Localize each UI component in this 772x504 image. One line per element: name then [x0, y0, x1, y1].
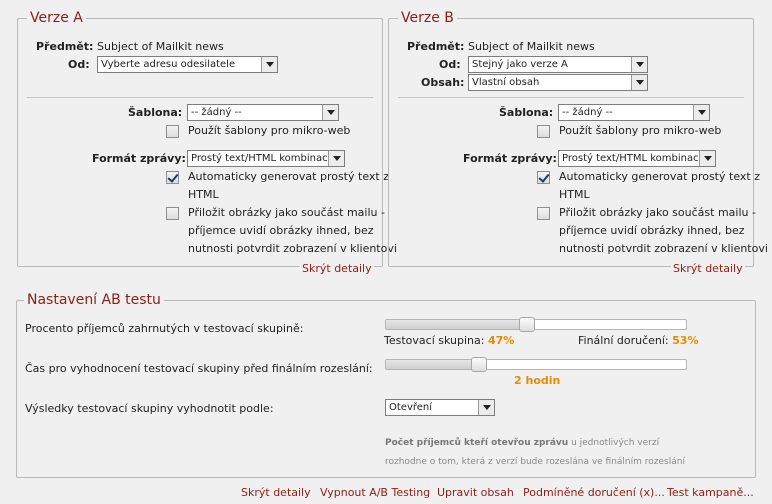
verze-b-content-value: Vlastní obsah	[472, 77, 540, 88]
footer-disable-ab-link[interactable]: Vypnout A/B Testing	[320, 486, 430, 499]
verze-a-attach-line3: nutnosti potvrdit zobrazení v klientovi	[188, 242, 397, 255]
ab-hint-line1: Počet příjemců kteří otevřou zprávu u je…	[385, 434, 659, 452]
verze-a-from-select[interactable]: Vyberte adresu odesilatele	[97, 56, 278, 73]
chevron-down-icon	[631, 57, 647, 72]
ab-final-label: Finální doručení:	[578, 334, 669, 347]
verze-b-microweb-checkbox[interactable]	[537, 125, 550, 138]
verze-a-from-value: Vyberte adresu odesilatele	[101, 59, 236, 70]
ab-percent-slider-handle[interactable]	[519, 317, 535, 332]
verze-b-microweb-label: Použít šablony pro mikro-web	[559, 124, 722, 137]
footer-edit-content-link[interactable]: Upravit obsah	[437, 486, 514, 499]
verze-a-subject-value: Subject of Mailkit news	[97, 40, 224, 53]
verze-b-template-label: Šablona:	[499, 106, 554, 119]
verze-b-template-select[interactable]: -- žádný --	[558, 104, 710, 121]
ab-hint-rest: u jednotlivých verzí	[568, 438, 660, 448]
verze-a-auto-text-checkbox[interactable]	[166, 171, 179, 184]
ab-test-group-label: Testovací skupina:	[384, 334, 485, 347]
verze-b-legend: Verze B	[398, 10, 457, 27]
ab-final-delivery: Finální doručení: 53%	[578, 334, 698, 347]
ab-time-slider-fill	[386, 360, 479, 369]
chevron-down-icon	[328, 151, 344, 166]
ab-test-group-value: 47%	[487, 334, 515, 347]
verze-a-legend: Verze A	[27, 10, 86, 27]
ab-test-legend: Nastavení AB testu	[24, 292, 164, 309]
verze-a-template-value: -- žádný --	[191, 107, 242, 118]
verze-b-format-value: Prostý text/HTML kombinace	[562, 153, 705, 164]
verze-a-subject-label: Předmět:	[36, 40, 94, 53]
verze-a-auto-text-line1: Automaticky generovat prostý text z	[188, 170, 389, 183]
ab-evaluate-select[interactable]: Otevření	[385, 399, 495, 416]
ab-evaluate-value: Otevření	[389, 402, 433, 413]
verze-a-attach-line1: Přiložit obrázky jako součást mailu -	[188, 206, 385, 219]
ab-percent-label: Procento příjemců zahrnutých v testovací…	[25, 322, 304, 335]
verze-b-from-value: Stejný jako verze A	[472, 59, 568, 70]
verze-b-divider	[398, 97, 744, 98]
ab-hint-bold: Počet příjemců kteří otevřou zprávu	[385, 438, 569, 448]
chevron-down-icon	[699, 151, 715, 166]
verze-b-content-select[interactable]: Vlastní obsah	[468, 74, 648, 91]
chevron-down-icon	[261, 57, 277, 72]
verze-a-from-label: Od:	[68, 58, 90, 71]
ab-evaluate-label: Výsledky testovací skupiny vyhodnotit po…	[25, 402, 274, 415]
ab-time-slider-handle[interactable]	[471, 357, 487, 372]
verze-a-divider	[27, 97, 373, 98]
ab-final-value: 53%	[672, 334, 699, 347]
chevron-down-icon	[478, 400, 494, 415]
verze-b-attach-line3: nutnosti potvrdit zobrazení v klientovi	[559, 242, 768, 255]
verze-b-format-label: Formát zprávy:	[463, 152, 557, 165]
ab-time-value: 2 hodin	[514, 374, 561, 387]
verze-b-from-select[interactable]: Stejný jako verze A	[468, 56, 648, 73]
verze-b-subject-label: Předmět:	[407, 40, 465, 53]
verze-b-attach-line2: příjemce uvidí obrázky ihned, bez	[559, 224, 745, 237]
chevron-down-icon	[322, 105, 338, 120]
verze-a-template-label: Šablona:	[128, 106, 183, 119]
footer-hide-details-link[interactable]: Skrýt detaily	[241, 486, 311, 499]
verze-b-format-select[interactable]: Prostý text/HTML kombinace	[558, 150, 716, 167]
ab-test-group: Testovací skupina: 47%	[384, 334, 514, 347]
ab-time-label: Čas pro vyhodnocení testovací skupiny př…	[25, 362, 373, 375]
verze-a-microweb-checkbox[interactable]	[166, 125, 179, 138]
verze-a-auto-text-line2: HTML	[188, 188, 219, 201]
verze-b-attach-line1: Přiložit obrázky jako součást mailu -	[559, 206, 756, 219]
verze-b-attach-checkbox[interactable]	[537, 207, 550, 220]
verze-b-auto-text-checkbox[interactable]	[537, 171, 550, 184]
footer-test-campaign-link[interactable]: Test kampaně...	[667, 486, 754, 499]
verze-a-hide-details-link[interactable]: Skrýt detaily	[300, 262, 374, 275]
verze-a-format-label: Formát zprávy:	[92, 152, 186, 165]
verze-a-attach-line2: příjemce uvidí obrázky ihned, bez	[188, 224, 374, 237]
ab-hint-line2: rozhodne o tom, která z verzí bude rozes…	[385, 457, 685, 467]
verze-b-auto-text-line1: Automaticky generovat prostý text z	[559, 170, 760, 183]
verze-b-content-label: Obsah:	[421, 76, 465, 89]
footer-conditional-link[interactable]: Podmíněné doručení (x)...	[523, 486, 665, 499]
verze-a-attach-checkbox[interactable]	[166, 207, 179, 220]
verze-b-template-value: -- žádný --	[562, 107, 613, 118]
verze-b-hide-details-link[interactable]: Skrýt detaily	[671, 262, 745, 275]
verze-a-format-select[interactable]: Prostý text/HTML kombinace	[187, 150, 345, 167]
verze-b-subject-value: Subject of Mailkit news	[468, 40, 595, 53]
ab-percent-slider-fill	[386, 320, 527, 329]
verze-b-auto-text-line2: HTML	[559, 188, 590, 201]
chevron-down-icon	[693, 105, 709, 120]
ab-percent-slider[interactable]	[385, 317, 687, 332]
verze-a-microweb-label: Použít šablony pro mikro-web	[188, 124, 351, 137]
verze-a-format-value: Prostý text/HTML kombinace	[191, 153, 334, 164]
verze-a-template-select[interactable]: -- žádný --	[187, 104, 339, 121]
ab-time-slider[interactable]	[385, 357, 687, 372]
verze-b-from-label: Od:	[439, 58, 461, 71]
chevron-down-icon	[631, 75, 647, 90]
